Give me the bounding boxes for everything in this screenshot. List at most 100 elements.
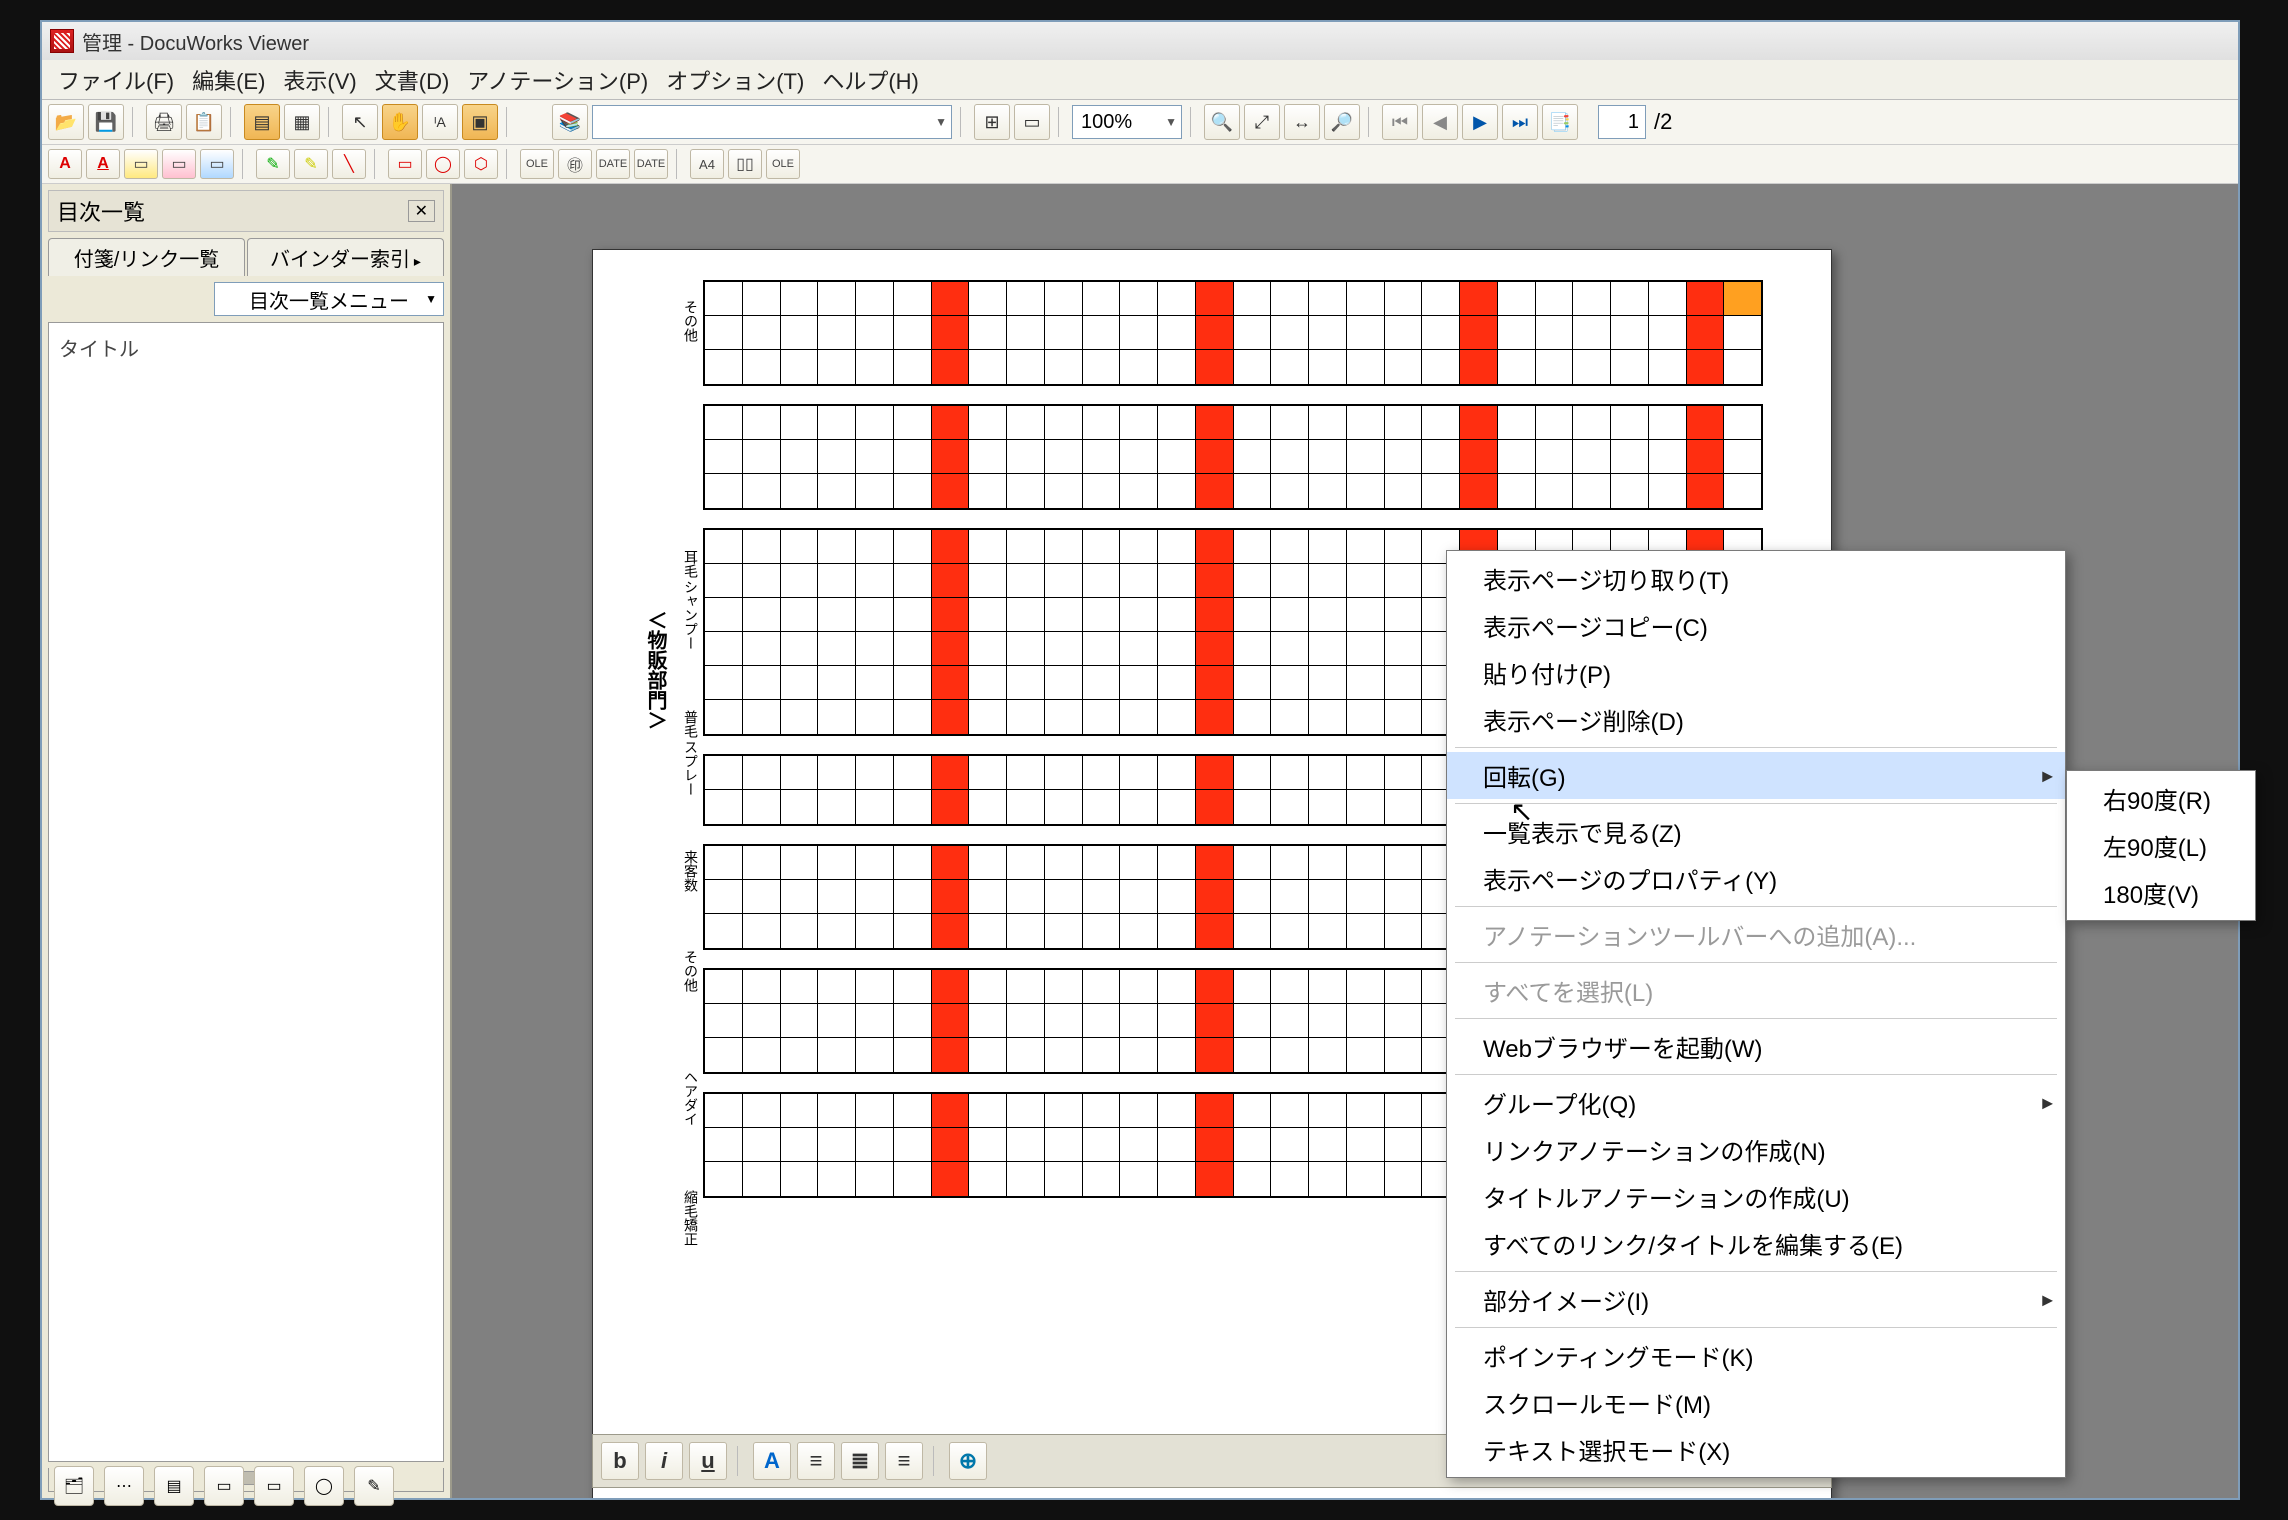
zoom-value: 100%: [1081, 111, 1132, 134]
ctx-item[interactable]: 表示ページのプロパティ(Y): [1447, 855, 2065, 902]
annotation-toggle-button[interactable]: ▦: [284, 104, 320, 140]
ctx-item[interactable]: スクロールモード(M): [1447, 1379, 2065, 1426]
ctx-sub-item[interactable]: 右90度(R): [2067, 775, 2255, 822]
text-box-button[interactable]: A4: [690, 149, 724, 179]
menu-annotation[interactable]: アノテーション(P): [467, 64, 648, 96]
float-btn-7[interactable]: ✎: [354, 1466, 394, 1506]
italic-button[interactable]: i: [645, 1442, 683, 1480]
ctx-item[interactable]: 表示ページ切り取り(T): [1447, 555, 2065, 602]
note-blue-button[interactable]: ▭: [200, 149, 234, 179]
ctx-item[interactable]: 表示ページコピー(C): [1447, 602, 2065, 649]
context-submenu-rotate[interactable]: 右90度(R)左90度(L)180度(V): [2066, 770, 2256, 921]
layout-button[interactable]: ▯▯: [728, 149, 762, 179]
mouse-cursor-icon: ↖: [1510, 795, 1533, 828]
ctx-item[interactable]: すべてのリンク/タイトルを編集する(E): [1447, 1220, 2065, 1267]
note-yellow-button[interactable]: ▭: [124, 149, 158, 179]
zoom-out-button[interactable]: 🔍: [1204, 104, 1240, 140]
float-btn-4[interactable]: ▭: [204, 1466, 244, 1506]
page-number-input[interactable]: [1598, 105, 1646, 139]
polygon-button[interactable]: ⬡: [464, 149, 498, 179]
stamp-ole-button[interactable]: OLE: [520, 149, 554, 179]
float-btn-5[interactable]: ▭: [254, 1466, 294, 1506]
snapshot-tool-button[interactable]: ▣: [462, 104, 498, 140]
page-history-button[interactable]: 📑: [1542, 104, 1578, 140]
menu-edit[interactable]: 編集(E): [192, 64, 265, 96]
stamp-seal-button[interactable]: ㊞: [558, 149, 592, 179]
marker-green-button[interactable]: ✎: [256, 149, 290, 179]
binder-icon[interactable]: 📚: [552, 104, 588, 140]
stamp-date2-button[interactable]: DATE: [634, 149, 668, 179]
toolbar-annotation: A A ▭ ▭ ▭ ✎ ✎ ╲ ▭ ◯ ⬡ OLE ㊞ DATE DATE A4…: [42, 145, 2238, 184]
fit-width-button[interactable]: ↔: [1284, 104, 1320, 140]
pointer-tool-button[interactable]: ↖: [342, 104, 378, 140]
copy-button[interactable]: 📋: [186, 104, 222, 140]
text-annotation-red2-button[interactable]: A: [86, 149, 120, 179]
ctx-item[interactable]: テキスト選択モード(X): [1447, 1426, 2065, 1473]
menu-file[interactable]: ファイル(F): [58, 64, 174, 96]
ctx-item[interactable]: グループ化(Q): [1447, 1079, 2065, 1126]
float-btn-2[interactable]: ⋯: [104, 1466, 144, 1506]
ctx-item[interactable]: ポインティングモード(K): [1447, 1332, 2065, 1379]
font-color-button[interactable]: A: [753, 1442, 791, 1480]
rect-button[interactable]: ▭: [388, 149, 422, 179]
ctx-item[interactable]: 貼り付け(P): [1447, 649, 2065, 696]
thumb-view-button[interactable]: ⊞: [974, 104, 1010, 140]
sidebar-tabs: 付箋/リンク一覧 バインダー索引 ▸: [48, 238, 444, 276]
menu-options[interactable]: オプション(T): [666, 64, 804, 96]
sidebar-menu-combo[interactable]: 目次一覧メニュー: [214, 282, 444, 316]
row-label: その他: [675, 950, 701, 992]
note-pink-button[interactable]: ▭: [162, 149, 196, 179]
hand-tool-button[interactable]: ✋: [382, 104, 418, 140]
page-total: /2: [1654, 109, 1672, 135]
ctx-item[interactable]: リンクアノテーションの作成(N): [1447, 1126, 2065, 1173]
ellipse-button[interactable]: ◯: [426, 149, 460, 179]
fit-page-button[interactable]: ⤢: [1244, 104, 1280, 140]
float-btn-3[interactable]: ▤: [154, 1466, 194, 1506]
row-label: 来客数: [675, 850, 701, 892]
align-center-button[interactable]: ≣: [841, 1442, 879, 1480]
ctx-item[interactable]: タイトルアノテーションの作成(U): [1447, 1173, 2065, 1220]
align-right-button[interactable]: ≡: [885, 1442, 923, 1480]
toc-toggle-button[interactable]: ▤: [244, 104, 280, 140]
ole-button[interactable]: OLE: [766, 149, 800, 179]
first-page-button[interactable]: ⏮: [1382, 104, 1418, 140]
sidebar-close-icon[interactable]: ✕: [408, 200, 435, 222]
binder-combo[interactable]: [592, 105, 952, 139]
context-menu[interactable]: 表示ページ切り取り(T)表示ページコピー(C)貼り付け(P)表示ページ削除(D)…: [1446, 550, 2066, 1478]
menu-view[interactable]: 表示(V): [283, 64, 356, 96]
tab-binder-index[interactable]: バインダー索引 ▸: [247, 238, 444, 276]
ctx-sub-item[interactable]: 左90度(L): [2067, 822, 2255, 869]
page-view-button[interactable]: ▭: [1014, 104, 1050, 140]
open-button[interactable]: 📂: [48, 104, 84, 140]
next-page-button[interactable]: ▶: [1462, 104, 1498, 140]
zoom-in-button[interactable]: 🔎: [1324, 104, 1360, 140]
app-icon: [50, 29, 74, 53]
print-button[interactable]: 🖨: [146, 104, 182, 140]
last-page-button[interactable]: ⏭: [1502, 104, 1538, 140]
zoom-combo[interactable]: 100%: [1072, 105, 1182, 139]
ctx-sub-item[interactable]: 180度(V): [2067, 869, 2255, 916]
prev-page-button[interactable]: ◀: [1422, 104, 1458, 140]
float-btn-6[interactable]: ◯: [304, 1466, 344, 1506]
align-left-button[interactable]: ≡: [797, 1442, 835, 1480]
float-btn-1[interactable]: 🗂: [54, 1466, 94, 1506]
sidebar-list[interactable]: タイトル: [48, 322, 444, 1462]
save-button[interactable]: 💾: [88, 104, 124, 140]
underline-button[interactable]: u: [689, 1442, 727, 1480]
ctx-item[interactable]: 回転(G): [1447, 752, 2065, 799]
link-button[interactable]: ⊕: [949, 1442, 987, 1480]
ctx-item[interactable]: 部分イメージ(I): [1447, 1276, 2065, 1323]
line-button[interactable]: ╲: [332, 149, 366, 179]
menu-document[interactable]: 文書(D): [375, 64, 450, 96]
text-annotation-red-button[interactable]: A: [48, 149, 82, 179]
tab-sticky-links[interactable]: 付箋/リンク一覧: [48, 238, 245, 276]
bold-button[interactable]: b: [601, 1442, 639, 1480]
ctx-item[interactable]: Webブラウザーを起動(W): [1447, 1023, 2065, 1070]
menu-help[interactable]: ヘルプ(H): [822, 64, 919, 96]
ctx-item[interactable]: 一覧表示で見る(Z): [1447, 808, 2065, 855]
row-label: 耳毛: [675, 550, 701, 578]
text-select-tool-button[interactable]: ᴵA: [422, 104, 458, 140]
marker-yellow-button[interactable]: ✎: [294, 149, 328, 179]
ctx-item[interactable]: 表示ページ削除(D): [1447, 696, 2065, 743]
stamp-date-button[interactable]: DATE: [596, 149, 630, 179]
